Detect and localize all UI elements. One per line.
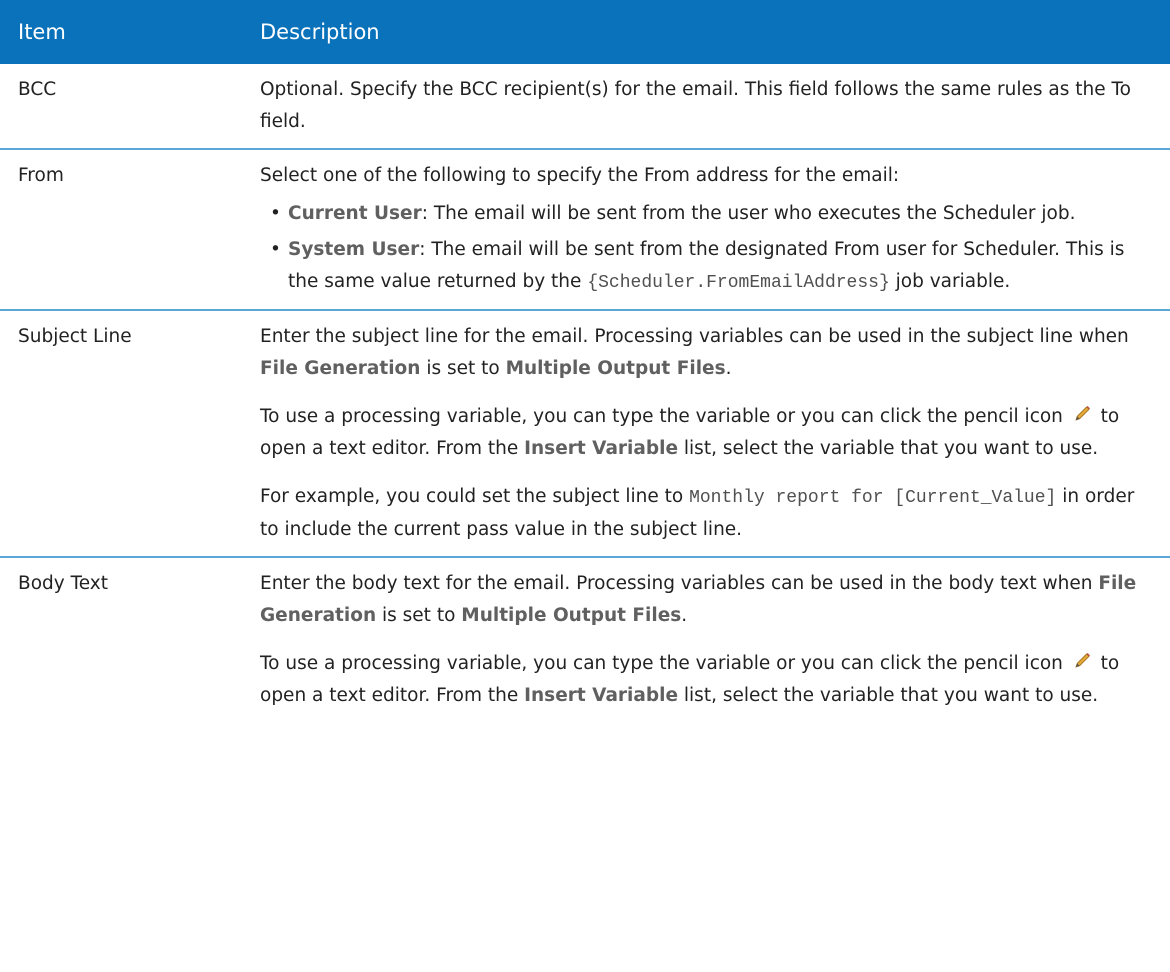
- insert-variable-term: Insert Variable: [524, 438, 679, 459]
- item-cell-from: From: [0, 148, 248, 310]
- current-user-text: : The email will be sent from the user w…: [421, 203, 1076, 224]
- body-p1-text-b: is set to: [376, 605, 462, 626]
- subject-p2-text-a: To use a processing variable, you can ty…: [260, 406, 1069, 427]
- multiple-output-files-term: Multiple Output Files: [461, 605, 682, 626]
- body-p1-text-c: .: [681, 605, 688, 626]
- fields-table: Item Description BCC Optional. Specify t…: [0, 0, 1170, 722]
- subject-p1-text-c: .: [725, 358, 732, 379]
- body-p1-text-a: Enter the body text for the email. Proce…: [260, 573, 1099, 594]
- body-paragraph-1: Enter the body text for the email. Proce…: [260, 568, 1138, 632]
- subject-p2-text-c: list, select the variable that you want …: [678, 438, 1099, 459]
- from-email-variable-code: {Scheduler.FromEmailAddress}: [587, 273, 890, 293]
- table-row-from: From Select one of the following to spec…: [0, 148, 1170, 310]
- item-cell-subject-line: Subject Line: [0, 309, 248, 557]
- description-column-header: Description: [248, 0, 1170, 64]
- subject-paragraph-1: Enter the subject line for the email. Pr…: [260, 321, 1138, 385]
- from-intro: Select one of the following to specify t…: [260, 165, 900, 186]
- pencil-icon: [1071, 403, 1093, 425]
- list-item-current-user: • Current User: The email will be sent f…: [260, 198, 1138, 230]
- body-paragraph-2: To use a processing variable, you can ty…: [260, 648, 1138, 712]
- table-row-subject-line: Subject Line Enter the subject line for …: [0, 309, 1170, 557]
- description-cell-subject-line: Enter the subject line for the email. Pr…: [248, 309, 1170, 557]
- from-options-list: • Current User: The email will be sent f…: [260, 198, 1138, 299]
- subject-paragraph-3: For example, you could set the subject l…: [260, 481, 1138, 546]
- description-cell-body-text: Enter the body text for the email. Proce…: [248, 556, 1170, 722]
- bullet-icon: •: [270, 203, 281, 224]
- bcc-description: Optional. Specify the BCC recipient(s) f…: [260, 79, 1131, 132]
- body-p2-text-a: To use a processing variable, you can ty…: [260, 653, 1069, 674]
- item-column-header: Item: [0, 0, 248, 64]
- system-user-term: System User: [288, 239, 420, 260]
- file-generation-term: File Generation: [260, 358, 421, 379]
- current-user-term: Current User: [288, 203, 422, 224]
- insert-variable-term: Insert Variable: [524, 685, 679, 706]
- multiple-output-files-term: Multiple Output Files: [505, 358, 726, 379]
- header-row: Item Description: [0, 0, 1170, 64]
- item-cell-body-text: Body Text: [0, 556, 248, 722]
- description-cell-from: Select one of the following to specify t…: [248, 148, 1170, 310]
- body-p2-text-c: list, select the variable that you want …: [678, 685, 1099, 706]
- subject-p1-text-b: is set to: [420, 358, 506, 379]
- table-row-body-text: Body Text Enter the body text for the em…: [0, 556, 1170, 722]
- subject-paragraph-2: To use a processing variable, you can ty…: [260, 401, 1138, 465]
- list-item-system-user: • System User: The email will be sent fr…: [260, 234, 1138, 299]
- description-cell-bcc: Optional. Specify the BCC recipient(s) f…: [248, 64, 1170, 149]
- bullet-icon: •: [270, 239, 281, 260]
- pencil-icon: [1071, 650, 1093, 672]
- subject-p1-text-a: Enter the subject line for the email. Pr…: [260, 326, 1129, 347]
- system-user-tail: job variable.: [889, 271, 1011, 292]
- item-cell-bcc: BCC: [18, 79, 57, 100]
- subject-p3-text-a: For example, you could set the subject l…: [260, 486, 690, 507]
- subject-example-code: Monthly report for [Current_Value]: [689, 488, 1057, 508]
- table-row-bcc: BCC Optional. Specify the BCC recipient(…: [0, 64, 1170, 149]
